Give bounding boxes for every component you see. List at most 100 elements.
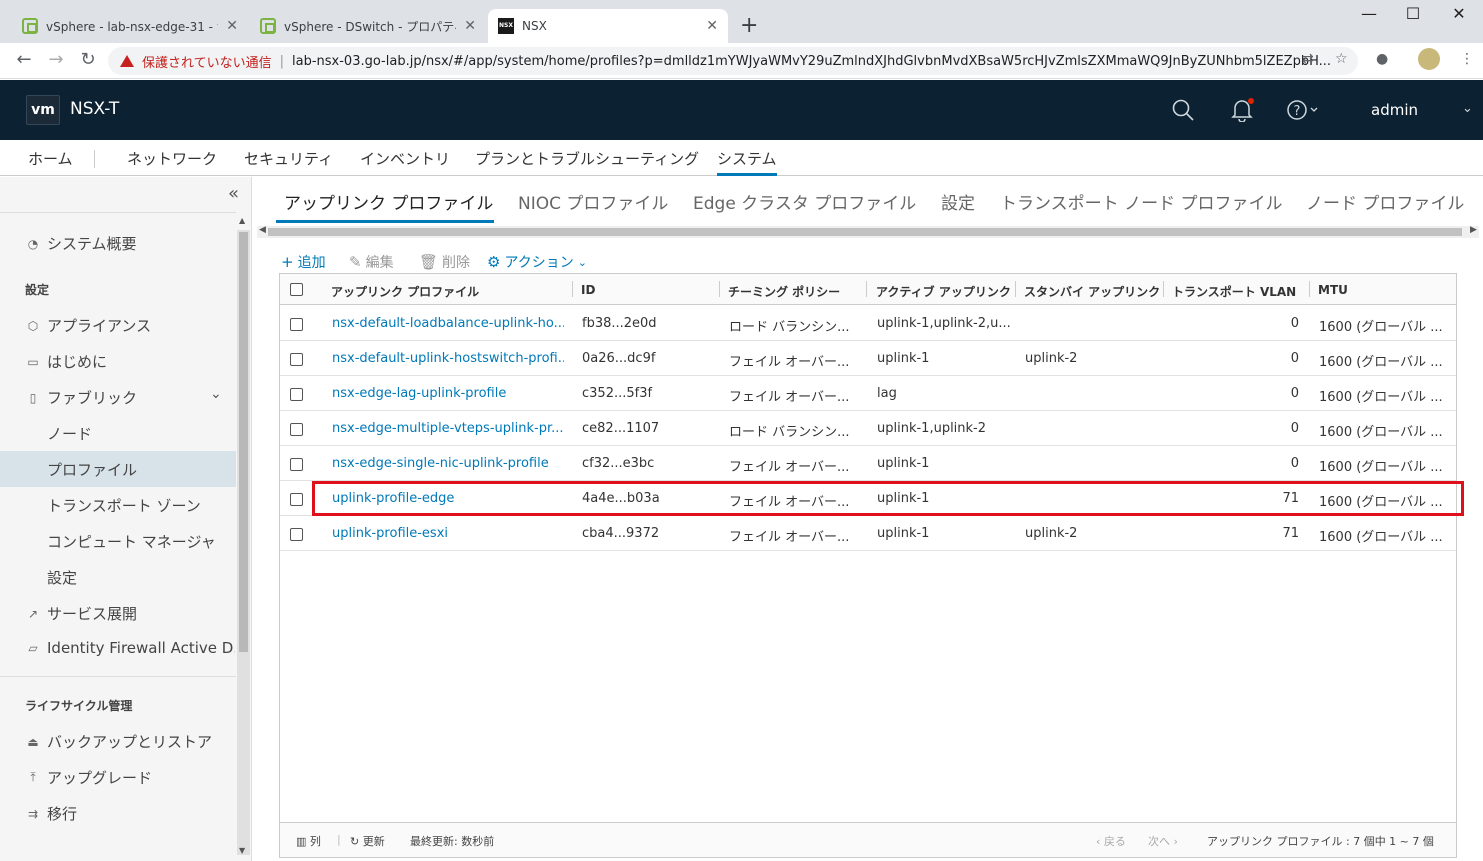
prev-page-button[interactable]: ‹ 戻る bbox=[1096, 833, 1126, 849]
tab-node-profiles[interactable]: ノード プロファイル bbox=[1306, 189, 1464, 214]
scroll-up-icon[interactable]: ▲ bbox=[239, 216, 245, 225]
col-header-name[interactable]: アップリンク プロファイル bbox=[331, 283, 566, 300]
tab-transport-node-profiles[interactable]: トランスポート ノード プロファイル bbox=[1000, 189, 1282, 214]
chevron-down-icon[interactable]: ⌄ bbox=[210, 386, 222, 402]
profile-name-link[interactable]: nsx-edge-single-nic-uplink-profile bbox=[332, 456, 564, 471]
col-header-standby-uplinks[interactable]: スタンバイ アップリンク bbox=[1024, 283, 1164, 300]
user-menu[interactable]: admin bbox=[1371, 101, 1418, 119]
address-bar[interactable]: 保護されていない通信 | lab-nsx-03.go-lab.jp/nsx/#/… bbox=[108, 47, 1358, 75]
nav-home[interactable]: ホーム bbox=[28, 148, 73, 169]
profile-name-link[interactable]: nsx-default-uplink-hostswitch-profi... bbox=[332, 351, 564, 366]
col-header-mtu[interactable]: MTU bbox=[1318, 283, 1438, 297]
sidebar-item-transport-zones[interactable]: トランスポート ゾーン bbox=[47, 495, 201, 516]
row-checkbox[interactable] bbox=[290, 528, 303, 541]
sidebar-item-migrate[interactable]: ⇉ 移行 bbox=[25, 803, 235, 824]
window-close-icon[interactable]: ✕ bbox=[1436, 4, 1482, 23]
profile-avatar[interactable] bbox=[1418, 48, 1440, 70]
nav-security[interactable]: セキュリティ bbox=[244, 148, 333, 169]
tabs-scroll-thumb[interactable] bbox=[268, 228, 1462, 236]
sidebar-item-service-deployment[interactable]: ↗ サービス展開 bbox=[25, 603, 235, 624]
server-icon: ▯ bbox=[29, 390, 37, 405]
tab-settings[interactable]: 設定 bbox=[941, 189, 975, 214]
browser-tab-vsphere-edge[interactable]: vSphere - lab-nsx-edge-31 - サマ ✕ bbox=[12, 9, 248, 43]
sidebar-item-compute-managers[interactable]: コンピュート マネージャ bbox=[47, 531, 216, 552]
minimize-icon[interactable]: — bbox=[1346, 4, 1392, 23]
edit-button[interactable]: ✎ 編集 bbox=[349, 252, 394, 272]
tab-nioc-profiles[interactable]: NIOC プロファイル bbox=[518, 189, 668, 214]
scroll-left-icon[interactable]: ◀ bbox=[259, 225, 266, 235]
row-checkbox[interactable] bbox=[290, 493, 303, 506]
close-tab-icon[interactable]: ✕ bbox=[226, 18, 238, 34]
nav-plan-troubleshoot[interactable]: プランとトラブルシューティング bbox=[475, 148, 699, 169]
row-checkbox[interactable] bbox=[290, 353, 303, 366]
add-button[interactable]: + 追加 bbox=[281, 252, 326, 272]
help-icon[interactable]: ? bbox=[1286, 98, 1320, 127]
close-tab-icon[interactable]: ✕ bbox=[464, 18, 476, 34]
warning-icon bbox=[120, 55, 134, 67]
row-checkbox[interactable] bbox=[290, 318, 303, 331]
active-tab-underline bbox=[276, 220, 494, 223]
profile-name-link[interactable]: nsx-edge-multiple-vteps-uplink-pr... bbox=[332, 421, 564, 436]
next-page-button[interactable]: 次へ › bbox=[1148, 833, 1178, 849]
product-title: NSX-T bbox=[70, 99, 120, 119]
extension-icon[interactable]: ● bbox=[1376, 51, 1388, 67]
transport-vlan: 0 bbox=[1290, 421, 1299, 436]
cube-icon: ⬡ bbox=[27, 318, 39, 333]
profile-name-link[interactable]: nsx-default-loadbalance-uplink-ho... bbox=[332, 316, 564, 331]
nav-inventory[interactable]: インベントリ bbox=[360, 148, 450, 169]
collapse-sidebar-icon[interactable]: « bbox=[228, 183, 239, 204]
sidebar-item-nodes[interactable]: ノード bbox=[47, 423, 92, 444]
profile-name-link[interactable]: nsx-edge-lag-uplink-profile bbox=[332, 386, 564, 401]
sidebar-item-profiles[interactable]: プロファイル bbox=[47, 459, 137, 480]
new-tab-icon[interactable]: + bbox=[740, 13, 758, 39]
row-checkbox[interactable] bbox=[290, 458, 303, 471]
column-toggle-button[interactable]: ▥ 列 bbox=[296, 833, 321, 849]
browser-menu-icon[interactable]: ⋮ bbox=[1460, 51, 1474, 67]
close-tab-icon[interactable]: ✕ bbox=[706, 18, 718, 34]
delete-button[interactable]: 🗑 削除 bbox=[419, 252, 470, 272]
sidebar-item-fabric-settings[interactable]: 設定 bbox=[47, 567, 77, 588]
chevron-down-icon[interactable]: ⌄ bbox=[1462, 101, 1473, 116]
mtu-value: 1600 (グローバル ... bbox=[1319, 530, 1443, 545]
back-arrow-icon[interactable]: ← bbox=[12, 50, 36, 70]
browser-tab-vsphere-dswitch[interactable]: vSphere - DSwitch - プロパティ ✕ bbox=[250, 9, 486, 43]
reload-icon[interactable]: ↻ bbox=[76, 50, 100, 70]
actions-button[interactable]: ⚙ アクション ⌄ bbox=[487, 252, 587, 272]
tab-edge-cluster-profiles[interactable]: Edge クラスタ プロファイル bbox=[693, 189, 916, 214]
profile-name-link[interactable]: uplink-profile-esxi bbox=[332, 526, 564, 541]
row-checkbox[interactable] bbox=[290, 388, 303, 401]
scroll-right-icon[interactable]: ▶ bbox=[1470, 225, 1477, 235]
nav-network[interactable]: ネットワーク bbox=[127, 148, 217, 169]
sidebar-item-getting-started[interactable]: ▭ はじめに bbox=[25, 351, 235, 372]
col-header-teaming[interactable]: チーミング ポリシー bbox=[728, 283, 860, 300]
col-header-transport-vlan[interactable]: トランスポート VLAN bbox=[1172, 283, 1304, 300]
sidebar-item-upgrade[interactable]: ⤒ アップグレード bbox=[25, 767, 235, 788]
sidebar-item-appliances[interactable]: ⬡ アプライアンス bbox=[25, 315, 235, 336]
refresh-button[interactable]: ↻ 更新 bbox=[350, 833, 385, 849]
nav-system[interactable]: システム bbox=[717, 148, 777, 176]
url-text: lab-nsx-03.go-lab.jp/nsx/#/app/system/ho… bbox=[292, 53, 1332, 69]
sidebar-item-fabric[interactable]: ▯ ファブリック bbox=[25, 387, 235, 408]
sidebar-item-identity-firewall[interactable]: ▱ Identity Firewall Active D... bbox=[25, 639, 235, 657]
browser-tab-strip: vSphere - lab-nsx-edge-31 - サマ ✕ vSphere… bbox=[0, 0, 1483, 43]
col-header-id[interactable]: ID bbox=[581, 283, 711, 297]
row-checkbox[interactable] bbox=[290, 423, 303, 436]
mtu-value: 1600 (グローバル ... bbox=[1319, 355, 1443, 370]
teaming-policy: フェイル オーバー... bbox=[729, 390, 850, 405]
maximize-icon[interactable]: ☐ bbox=[1390, 4, 1436, 23]
sidebar-scroll-thumb[interactable] bbox=[239, 232, 248, 652]
search-icon[interactable] bbox=[1171, 98, 1195, 127]
col-header-active-uplinks[interactable]: アクティブ アップリンク bbox=[876, 283, 1014, 300]
browser-tab-nsx[interactable]: NSX NSX ✕ bbox=[488, 9, 728, 43]
forward-arrow-icon[interactable]: → bbox=[44, 50, 68, 70]
select-all-checkbox[interactable] bbox=[290, 283, 303, 296]
active-uplinks: lag bbox=[877, 386, 897, 401]
transport-vlan: 71 bbox=[1282, 526, 1299, 541]
sidebar-item-backup-restore[interactable]: ⏏ バックアップとリストア bbox=[25, 731, 235, 752]
transport-vlan: 0 bbox=[1290, 386, 1299, 401]
bookmark-star-icon[interactable]: ☆ bbox=[1335, 51, 1348, 67]
scroll-down-icon[interactable]: ▼ bbox=[239, 846, 245, 855]
sidebar-item-overview[interactable]: ◔ システム概要 bbox=[25, 233, 235, 254]
tab-uplink-profiles[interactable]: アップリンク プロファイル bbox=[284, 189, 493, 214]
translate-icon[interactable]: ⇄ bbox=[1302, 51, 1314, 67]
